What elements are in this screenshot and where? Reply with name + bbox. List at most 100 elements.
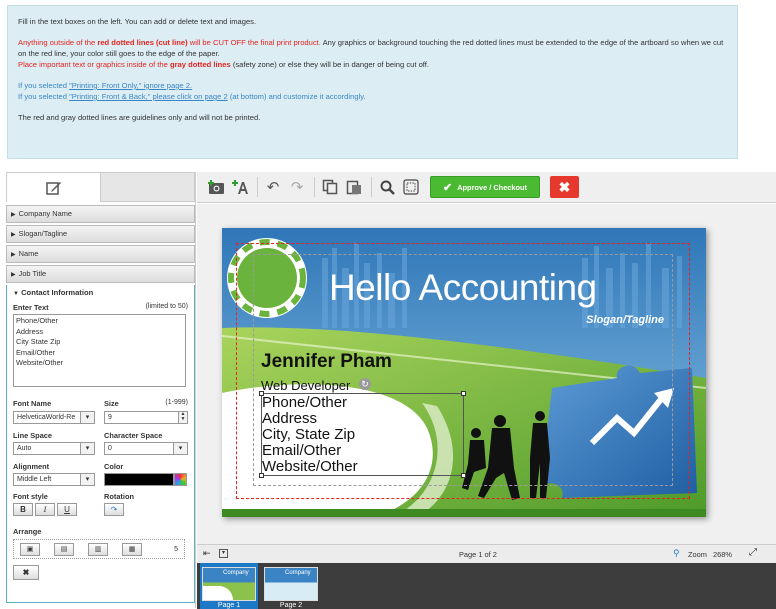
cut-warning-a: Anything outside of the xyxy=(18,38,98,47)
panel-tabs xyxy=(6,172,195,202)
expand-icon: ▶ xyxy=(11,272,16,278)
alignment-select[interactable]: Middle Left ▾ xyxy=(13,473,95,486)
line-space-value: Auto xyxy=(17,445,32,452)
front-only-link[interactable]: "Printing: Front Only," ignore page 2. xyxy=(69,81,192,90)
company-name-text[interactable]: Hello Accounting xyxy=(329,266,597,310)
tab-edit-text[interactable] xyxy=(7,173,101,202)
magnifier-icon xyxy=(380,180,395,195)
expand-icon: ▶ xyxy=(11,232,16,238)
page2-caption[interactable]: Page 2 xyxy=(261,602,321,609)
instruction-line: Fill in the text boxes on the left. You … xyxy=(18,17,257,26)
send-backward-icon: ▤ xyxy=(60,546,68,553)
add-image-icon xyxy=(208,180,224,194)
add-image-button[interactable] xyxy=(205,176,227,198)
resize-handle[interactable] xyxy=(259,473,264,478)
underline-button[interactable]: U xyxy=(57,503,77,516)
safety-warning: Place important text or graphics inside … xyxy=(18,59,727,70)
chevron-down-icon: ▾ xyxy=(80,443,94,454)
canvas-footer: ⇤ ▾ Page 1 of 2 ⚲ Zoom 268% ⤢ xyxy=(197,544,776,563)
arrange-value: 5 xyxy=(174,545,178,553)
job-title-text[interactable]: Web Developer xyxy=(261,378,350,393)
bring-front-icon: ▦ xyxy=(128,546,136,553)
safety-warning-c: (safety zone) xyxy=(230,60,277,69)
section-company-name[interactable]: ▶ Company Name xyxy=(6,205,195,223)
italic-button[interactable]: I xyxy=(35,503,55,516)
fullscreen-icon[interactable]: ⤢ xyxy=(749,547,757,558)
slogan-text[interactable]: Slogan/Tagline xyxy=(586,314,664,326)
alignment-label: Alignment xyxy=(13,462,50,471)
arrange-label: Arrange xyxy=(13,527,42,536)
font-name-label: Font Name xyxy=(13,399,52,408)
expand-icon: ▶ xyxy=(11,252,16,258)
size-stepper[interactable]: 9 ▲ ▼ xyxy=(104,411,188,424)
send-to-back-button[interactable]: ▣ xyxy=(20,542,40,556)
page2-thumbnail[interactable]: Company xyxy=(264,567,318,601)
toolbar-divider xyxy=(371,177,372,197)
expand-icon: ▶ xyxy=(11,212,16,218)
left-panel: ▶ Company Name ▶ Slogan/Tagline ▶ Name ▶ Job… xyxy=(6,172,196,608)
zoom-icon[interactable]: ⚲ xyxy=(673,548,680,559)
palette-icon[interactable] xyxy=(174,473,187,486)
collapse-left-icon[interactable]: ⇤ xyxy=(203,548,211,559)
contact-info-header[interactable]: ▼ Contact Information xyxy=(13,288,188,297)
edit-icon xyxy=(45,181,61,195)
page1-thumbnail[interactable]: Company xyxy=(202,567,256,601)
section-name[interactable]: ▶ Name xyxy=(6,245,195,263)
zoom-button[interactable] xyxy=(376,176,398,198)
send-backward-button[interactable]: ▤ xyxy=(54,542,74,556)
rotate-icon: ↷ xyxy=(110,505,118,514)
toggle-thumbs-icon[interactable]: ▾ xyxy=(219,549,228,558)
section-label: Name xyxy=(18,249,39,258)
chevron-down-icon: ▾ xyxy=(173,443,187,454)
redo-button[interactable]: ↷ xyxy=(286,176,308,198)
add-text-button[interactable] xyxy=(229,176,251,198)
color-label: Color xyxy=(104,462,124,471)
font-name-select[interactable]: HelveticaWorld-Re ▾ xyxy=(13,411,95,424)
page1-caption[interactable]: Page 1 xyxy=(199,602,259,609)
contact-line: Address xyxy=(262,410,318,427)
contact-lines: Phone/Other Address City, State Zip Emai… xyxy=(262,395,463,475)
resize-handle[interactable] xyxy=(461,473,466,478)
char-space-select[interactable]: 0 ▾ xyxy=(104,442,188,455)
cut-warning-c: will be CUT OFF the final print product. xyxy=(187,38,321,47)
contact-line: City, State Zip xyxy=(262,426,356,443)
guides-toggle-button[interactable] xyxy=(400,176,422,198)
rotate-handle-icon[interactable]: ↻ xyxy=(359,378,371,390)
chevron-down-icon: ▾ xyxy=(80,412,94,423)
front-back-link[interactable]: "Printing: Front & Back," please click o… xyxy=(69,92,228,101)
name-text[interactable]: Jennifer Pham xyxy=(261,351,392,373)
bring-forward-button[interactable]: ▥ xyxy=(88,542,108,556)
toolbar-divider xyxy=(257,177,258,197)
contact-text-box[interactable]: Phone/Other Address City, State Zip Emai… xyxy=(259,391,466,478)
front-back-note: If you selected "Printing: Front & Back,… xyxy=(18,91,727,102)
page-indicator: Page 1 of 2 xyxy=(459,550,497,559)
bold-button[interactable]: B xyxy=(13,503,33,516)
instructions-panel: Fill in the text boxes on the left. You … xyxy=(7,5,738,159)
contact-text-area[interactable]: Phone/Other Address City State Zip Email… xyxy=(13,314,186,387)
bring-to-front-button[interactable]: ▦ xyxy=(122,542,142,556)
approve-checkout-button[interactable]: ✔ Approve / Checkout xyxy=(430,176,540,198)
cut-warning: Anything outside of the red dotted lines… xyxy=(18,37,727,59)
undo-button[interactable]: ↶ xyxy=(262,176,284,198)
color-picker[interactable] xyxy=(104,473,188,486)
font-style-label: Font style xyxy=(13,492,48,501)
business-card-artboard[interactable]: Hello Accounting Slogan/Tagline Jennifer… xyxy=(222,228,706,517)
toolbar-divider xyxy=(314,177,315,197)
delete-element-button[interactable]: ✖ xyxy=(13,565,39,580)
color-swatch[interactable] xyxy=(104,473,174,486)
safety-warning-b: gray dotted lines xyxy=(169,60,231,69)
section-slogan[interactable]: ▶ Slogan/Tagline xyxy=(6,225,195,243)
resize-handle[interactable] xyxy=(461,391,466,396)
rotate-button[interactable]: ↷ xyxy=(104,503,124,516)
stepper-arrows-icon[interactable]: ▲ ▼ xyxy=(178,412,187,423)
cancel-button[interactable]: ✖ xyxy=(550,176,579,198)
resize-handle[interactable] xyxy=(259,391,264,396)
section-job-title[interactable]: ▶ Job Title xyxy=(6,265,195,283)
zoom-label: Zoom xyxy=(688,550,707,559)
line-space-select[interactable]: Auto ▾ xyxy=(13,442,95,455)
safety-warning-a: Place important text or graphics inside … xyxy=(18,60,170,69)
approve-label: Approve / Checkout xyxy=(457,182,528,192)
copy-button[interactable] xyxy=(319,176,341,198)
thumb-white-shape xyxy=(203,586,233,600)
paste-button[interactable] xyxy=(343,176,365,198)
